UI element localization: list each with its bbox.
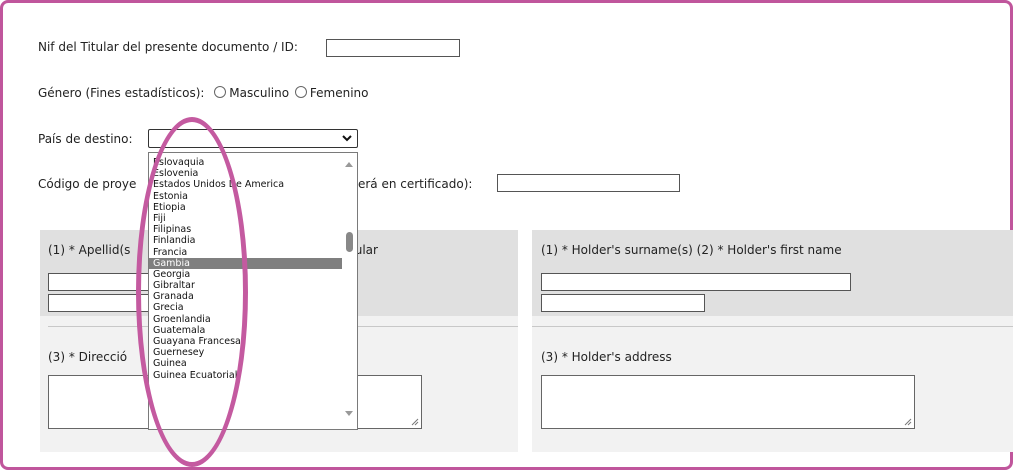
country-option[interactable]: Georgia xyxy=(149,269,342,280)
country-option[interactable]: Guernesey xyxy=(149,347,342,358)
chevron-down-icon xyxy=(342,135,352,142)
country-option[interactable]: Grecia xyxy=(149,302,342,313)
gender-row: Género (Fines estadísticos): Masculino F… xyxy=(38,86,368,100)
radio-masculino-label: Masculino xyxy=(229,86,290,100)
country-option[interactable]: Gambia xyxy=(149,257,342,269)
project-label-left: Código de proye xyxy=(38,177,137,191)
country-option[interactable]: Granada xyxy=(149,291,342,302)
gender-label: Género (Fines estadísticos): xyxy=(38,86,205,100)
country-options: Eslovaquia Eslovenia Estados Unidos De Ame… xyxy=(149,157,342,381)
country-option[interactable]: Groenlandia xyxy=(149,314,342,325)
country-option[interactable]: Gibraltar xyxy=(149,280,342,291)
right-name-label: (1) * Holder's surname(s) (2) * Holder's… xyxy=(541,243,842,257)
country-label: País de destino: xyxy=(38,132,133,146)
holder-first-name-input[interactable] xyxy=(541,294,705,312)
country-option[interactable]: Fiji xyxy=(149,213,342,224)
holder-address-textarea[interactable] xyxy=(541,375,915,429)
country-option[interactable]: Guayana Francesa xyxy=(149,336,342,347)
country-option[interactable]: Estonia xyxy=(149,191,342,202)
project-label-right: ecerá en certificado): xyxy=(344,177,473,191)
resize-grip-icon[interactable] xyxy=(411,418,419,426)
country-option[interactable]: Guatemala xyxy=(149,325,342,336)
left-name-label: (1) * Apellid(s xyxy=(48,243,131,257)
country-option[interactable]: Guinea Ecuatorial xyxy=(149,370,342,381)
radio-masculino[interactable] xyxy=(214,86,227,98)
country-option[interactable]: Etiopia xyxy=(149,202,342,213)
dropdown-scrollbar[interactable] xyxy=(342,153,357,429)
scrollbar-thumb[interactable] xyxy=(346,232,353,252)
left-address-label: (3) * Direcció xyxy=(48,350,128,364)
nif-label: Nif del Titular del presente documento /… xyxy=(38,40,298,54)
resize-grip-icon[interactable] xyxy=(904,418,912,426)
country-option[interactable]: Filipinas xyxy=(149,224,342,235)
right-address-label: (3) * Holder's address xyxy=(541,350,672,364)
divider xyxy=(532,326,1013,327)
radio-femenino-label: Femenino xyxy=(309,86,369,100)
country-option[interactable]: Francia xyxy=(149,247,342,258)
scroll-down-icon[interactable] xyxy=(345,411,353,416)
holder-surname-input[interactable] xyxy=(541,273,851,291)
country-option[interactable]: Finlandia xyxy=(149,235,342,246)
country-option[interactable]: Eslovaquia xyxy=(149,157,342,168)
country-dropdown-list[interactable]: Eslovaquia Eslovenia Estados Unidos De Ame… xyxy=(148,152,358,430)
country-select[interactable] xyxy=(148,129,358,148)
country-option[interactable]: Guinea xyxy=(149,358,342,369)
radio-femenino[interactable] xyxy=(294,86,307,98)
scroll-up-icon[interactable] xyxy=(345,162,353,167)
nif-input[interactable] xyxy=(326,39,460,57)
project-code-input[interactable] xyxy=(497,174,680,192)
country-option[interactable]: Eslovenia xyxy=(149,168,342,179)
country-option[interactable]: Estados Unidos De America xyxy=(149,179,342,190)
